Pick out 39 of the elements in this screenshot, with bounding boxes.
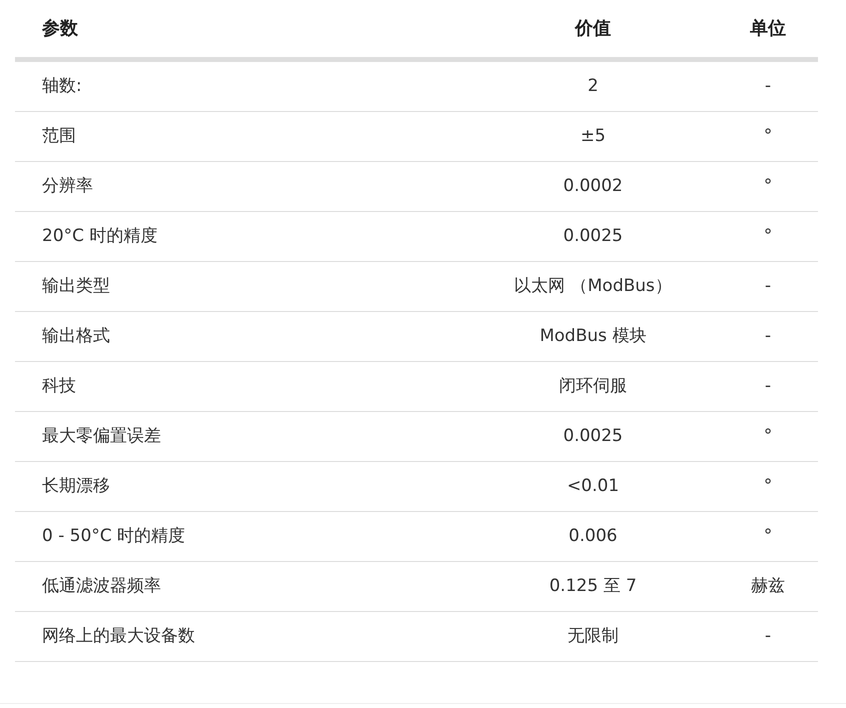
column-header: 参数: [42, 18, 78, 39]
table-cell: 科技: [42, 376, 76, 396]
table-cell: 最大零偏置误差: [42, 426, 161, 446]
table-cell: -: [764, 626, 772, 646]
table-cell: °: [764, 126, 772, 146]
table-cell: °: [764, 226, 772, 246]
table-cell: 以太网 （ModBus）: [514, 276, 672, 296]
table-cell: 0.0025: [563, 226, 623, 246]
table-cell: °: [764, 476, 772, 496]
table-cell: 网络上的最大设备数: [42, 626, 195, 646]
table-cell: 0.125 至 7: [549, 576, 637, 596]
table-cell: 0 - 50°C 时的精度: [42, 526, 186, 546]
table-cell: -: [764, 276, 772, 296]
table-cell: 输出类型: [42, 276, 110, 296]
column-header: 单位: [750, 18, 786, 39]
table-cell: °: [764, 426, 772, 446]
column-header: 价值: [575, 18, 611, 39]
table-cell: 无限制: [568, 626, 618, 646]
table-cell: 分辨率: [42, 176, 93, 196]
table-cell: 轴数:: [42, 76, 82, 96]
table-cell: 0.0025: [563, 426, 623, 446]
table-cell: ModBus 模块: [540, 326, 646, 346]
table-cell: 输出格式: [42, 326, 110, 346]
table-cell: 赫兹: [751, 576, 785, 596]
table-cell: 20°C 时的精度: [42, 226, 158, 246]
table-cell: °: [764, 176, 772, 196]
table-cell: 闭环伺服: [559, 376, 627, 396]
table-cell: -: [764, 326, 772, 346]
table-cell: -: [764, 76, 772, 96]
table-cell: <0.01: [566, 476, 620, 496]
table-cell: °: [764, 526, 772, 546]
table-cell: ±5: [580, 126, 606, 146]
table-cell: 0.006: [568, 526, 618, 546]
table-cell: 0.0002: [563, 176, 623, 196]
table-cell: 低通滤波器频率: [42, 576, 161, 596]
table-cell: -: [764, 376, 772, 396]
table-cell: 长期漂移: [42, 476, 110, 496]
table-cell: 2: [588, 76, 598, 96]
table-cell: 范围: [42, 126, 76, 146]
